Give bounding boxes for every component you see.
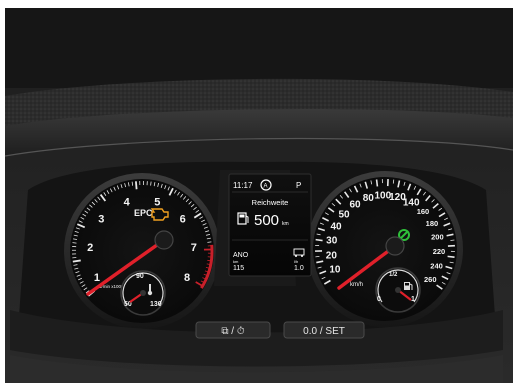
- tachometer-number: 3: [98, 214, 104, 226]
- coolant-temperature-gauge: 50 90 130: [120, 270, 166, 316]
- tachometer-tick: [72, 259, 81, 263]
- fuel-label-empty: 0: [377, 296, 381, 303]
- speedometer-number: 220: [433, 247, 446, 256]
- trip-reset-button-label: 0.0 / SET: [303, 326, 345, 337]
- speedometer-number: 20: [326, 250, 338, 261]
- fuel-label-full: 1: [411, 296, 415, 303]
- tachometer-tick: [131, 181, 134, 186]
- range-unit: km: [282, 221, 289, 227]
- temp-label-90: 90: [136, 273, 144, 280]
- speedometer-number: 160: [417, 207, 430, 216]
- consumption-unit: l/h: [294, 259, 298, 264]
- ano-value: 115: [233, 265, 244, 272]
- speedometer-number: 260: [424, 275, 437, 284]
- speedometer-number: 30: [326, 236, 338, 247]
- tachometer-number: 4: [124, 196, 131, 208]
- tachometer-tick: [207, 241, 212, 243]
- fuel-gauge: 0 1/2 1: [375, 267, 421, 313]
- tachometer-needle-hub: [154, 230, 174, 250]
- tachometer-number: 2: [87, 242, 93, 254]
- menu-button[interactable]: ⧉ / ⏱: [195, 321, 271, 339]
- speedometer-number: 240: [430, 262, 443, 271]
- ano-unit: km: [233, 259, 239, 264]
- instrument-cluster-photo: 12345678 EPC 1/min x1000 50 90 130 10 20…: [0, 0, 513, 387]
- tachometer-number: 5: [154, 196, 160, 208]
- speed-unit-label: km/h: [350, 282, 363, 288]
- speedometer-number: 200: [431, 232, 444, 241]
- display-gear: P: [296, 181, 301, 190]
- fuel-label-half: 1/2: [389, 272, 398, 278]
- speedometer-number: 10: [329, 265, 341, 276]
- temp-label-130: 130: [150, 301, 162, 308]
- svg-text:A: A: [264, 184, 268, 190]
- range-value: 500: [254, 212, 279, 229]
- temp-needle-hub: [140, 290, 146, 296]
- speedometer-tick: [447, 255, 455, 258]
- tachometer-tick: [150, 181, 152, 186]
- fuel-needle-hub: [395, 287, 401, 293]
- speedometer-tick: [315, 238, 323, 242]
- tachometer: 1234 5678 EPC 1/min x1000 50 90 130: [64, 173, 220, 329]
- consumption-value: 1.0: [294, 265, 304, 272]
- speedometer-number: 60: [350, 200, 362, 211]
- speedometer-number: 40: [330, 222, 342, 233]
- menu-button-label: ⧉ / ⏱: [221, 326, 244, 337]
- ano-label: ANO: [233, 252, 249, 259]
- tachometer-number: 1: [94, 272, 100, 284]
- cluster-scene: 1234 5678 EPC 1/min x1000 50 90 130 1020…: [4, 8, 513, 383]
- tachometer-number: 8: [184, 272, 190, 284]
- speedometer-number: 180: [426, 219, 439, 228]
- speedometer-number: 50: [338, 209, 350, 220]
- epc-light: EPC: [134, 208, 153, 218]
- trip-reset-button[interactable]: 0.0 / SET: [283, 321, 365, 339]
- tachometer-number: 7: [191, 242, 197, 254]
- tachometer-tick: [135, 181, 138, 190]
- tachometer-number: 6: [180, 214, 186, 226]
- speedometer-number: 80: [363, 193, 375, 204]
- speedometer: 10203040506080 10012014016018020022024026…: [307, 171, 463, 327]
- speedometer-needle-hub: [385, 236, 405, 256]
- display-clock: 11:17: [233, 181, 253, 190]
- speedometer-tick: [375, 179, 379, 187]
- windshield-dark-area: [5, 8, 513, 88]
- speedometer-tick: [392, 179, 395, 184]
- display-title: Reichweite: [252, 198, 289, 207]
- speedometer-tick: [450, 239, 455, 241]
